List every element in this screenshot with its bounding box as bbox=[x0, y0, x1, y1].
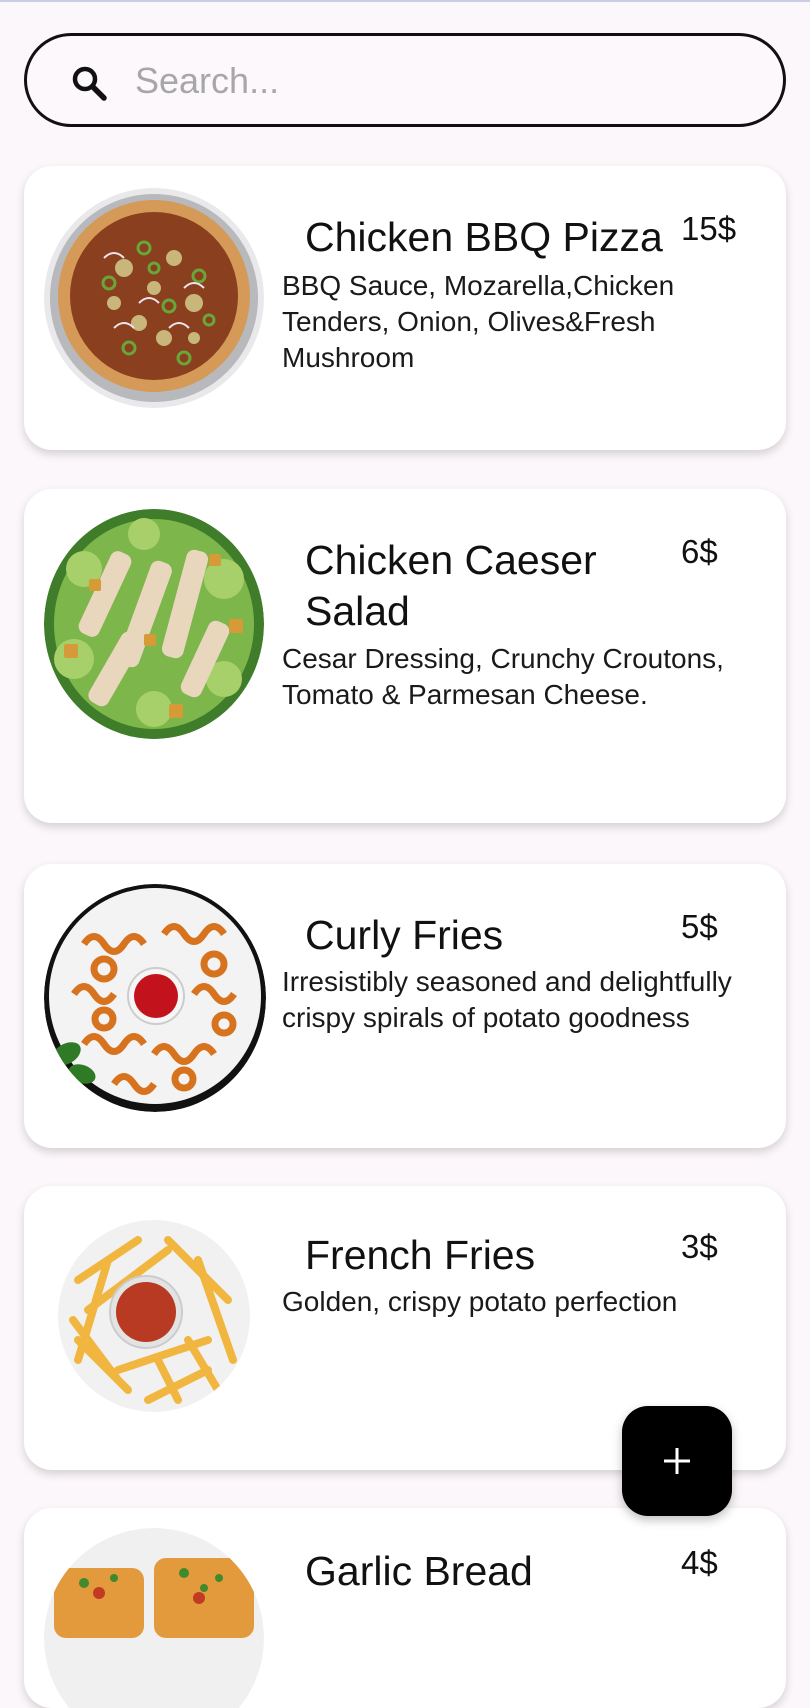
item-price: 15$ bbox=[681, 210, 737, 247]
salad-image bbox=[44, 509, 264, 739]
menu-item-card[interactable]: Curly Fries 5$ Irresistibly seasoned and… bbox=[24, 864, 786, 1148]
item-description: BBQ Sauce, Mozarella,Chicken Tenders, On… bbox=[282, 270, 675, 373]
menu-item-card[interactable]: Chicken BBQ Pizza 15$ BBQ Sauce, Mozarel… bbox=[24, 166, 786, 450]
menu-item-card[interactable]: Garlic Bread 4$ bbox=[24, 1508, 786, 1708]
status-divider bbox=[0, 0, 810, 2]
search-input[interactable] bbox=[135, 56, 735, 106]
item-name: Chicken BBQ Pizza bbox=[305, 214, 663, 260]
item-description: Golden, crispy potato perfection bbox=[282, 1286, 678, 1317]
item-price: 5$ bbox=[681, 908, 718, 945]
item-price: 3$ bbox=[681, 1228, 718, 1265]
menu-item-card[interactable]: Chicken Caeser Salad 6$ Cesar Dressing, … bbox=[24, 489, 786, 823]
curly-fries-image bbox=[44, 884, 266, 1112]
search-bar[interactable] bbox=[24, 33, 786, 127]
plus-icon bbox=[664, 1448, 690, 1474]
item-description: Cesar Dressing, Crunchy Croutons, Tomato… bbox=[282, 643, 724, 710]
item-name: Curly Fries bbox=[305, 912, 504, 958]
garlic-bread-image bbox=[44, 1528, 264, 1708]
item-price: 4$ bbox=[681, 1544, 718, 1581]
item-name: Chicken Caeser Salad bbox=[305, 537, 597, 634]
french-fries-image bbox=[58, 1220, 250, 1412]
item-description: Irresistibly seasoned and delightfully c… bbox=[282, 966, 732, 1033]
item-name: Garlic Bread bbox=[305, 1548, 533, 1594]
search-icon bbox=[72, 66, 107, 101]
item-name: French Fries bbox=[305, 1232, 536, 1278]
add-item-button[interactable] bbox=[622, 1406, 732, 1516]
pizza-image bbox=[44, 188, 264, 408]
item-price: 6$ bbox=[681, 533, 718, 570]
